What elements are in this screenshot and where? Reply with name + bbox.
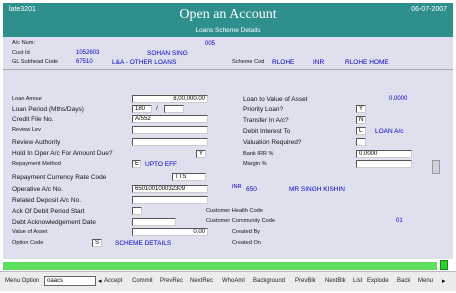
window-date: 06-07-2007 <box>411 6 447 13</box>
loan-period-separator: / <box>156 105 158 112</box>
customer-community-label: Customer Community Code <box>206 218 276 224</box>
prev-blk-button[interactable]: PrevBlk <box>295 278 316 284</box>
repayment-method-input[interactable]: E <box>132 160 141 168</box>
margin-label: Margin % <box>243 161 267 167</box>
who-am-i-button[interactable]: WhoAml <box>222 278 245 284</box>
valuation-required-input[interactable] <box>356 138 366 146</box>
explode-button[interactable]: Explode <box>367 278 389 284</box>
application-window: late3201 Open an Account 06-07-2007 Loan… <box>0 0 456 293</box>
value-of-asset-input[interactable]: 0.00 <box>132 228 208 236</box>
window-subtitle: Loans Scheme Details <box>195 27 261 34</box>
loan-to-value-label: Loan to Value of Asset <box>243 96 308 103</box>
ack-debit-period-label: Ack Of Debit Period Start <box>12 208 85 215</box>
review-level-input[interactable] <box>132 126 208 134</box>
bank-irr-label: Bank IRR % <box>243 151 274 157</box>
gl-subhead-desc: L&A - OTHER LOANS <box>112 59 177 66</box>
loan-amount-input[interactable]: 8,00,000.00 <box>132 95 208 103</box>
debt-ack-date-label: Debt Acknowledgement Date <box>12 219 96 226</box>
next-blk-button[interactable]: NextBlk <box>325 278 346 284</box>
loan-period-days-input[interactable] <box>164 105 184 113</box>
menu-button[interactable]: Menu <box>418 278 433 284</box>
list-button[interactable]: List <box>353 278 362 284</box>
operative-currency: INR <box>232 184 242 190</box>
operative-account-name: MR SINGH KISHIN <box>289 186 345 193</box>
acnum-code: 005 <box>205 41 216 47</box>
commit-button[interactable]: Commit <box>132 278 153 284</box>
debt-ack-date-input[interactable] <box>132 218 176 226</box>
scheme-desc: RLOHE HOME <box>345 59 389 66</box>
scroll-left-icon[interactable]: ◂ <box>98 277 102 285</box>
status-bar <box>3 262 437 270</box>
customer-health-label: Customer Health Code <box>206 208 263 214</box>
acnum-label: A/c Num: <box>12 40 36 46</box>
repayment-rate-code-input[interactable]: TTS <box>172 173 206 181</box>
vertical-scrollbar[interactable] <box>432 160 440 174</box>
debit-interest-desc: LOAN A/c <box>375 128 404 135</box>
credit-file-input[interactable]: A/552 <box>132 115 208 123</box>
related-deposit-input[interactable] <box>132 196 208 204</box>
transfer-in-input[interactable]: N <box>356 116 366 124</box>
margin-input[interactable] <box>356 160 412 168</box>
option-code-label: Option Code <box>12 240 44 246</box>
ack-debit-period-input[interactable] <box>132 207 142 215</box>
background-button[interactable]: Background <box>253 278 285 284</box>
debit-interest-input[interactable]: L <box>356 127 366 135</box>
menu-option-label: Menu Option <box>5 278 40 284</box>
customer-community-value: 01 <box>396 218 403 224</box>
loan-period-label: Loan Period (Mths/Days) <box>12 106 84 113</box>
review-authority-label: Review Authority <box>12 139 61 146</box>
operative-account-input[interactable]: 650100100032309 <box>132 185 208 193</box>
back-button[interactable]: Back <box>397 278 410 284</box>
window-title: Open an Account <box>179 7 277 22</box>
loan-to-value-value: 0.0000 <box>389 96 408 102</box>
scheme-code-value[interactable]: RLOHE <box>272 59 294 66</box>
created-on-label: Created On <box>232 240 261 246</box>
priority-loan-input[interactable]: Y <box>356 105 366 113</box>
menu-option-input[interactable]: oaacs <box>44 276 96 286</box>
scheme-code-label: Scheme Cod <box>232 59 265 65</box>
transfer-in-label: Transfer In A/c? <box>243 117 289 124</box>
operative-sol: 650 <box>246 186 257 193</box>
scheme-currency: INR <box>313 59 325 66</box>
debit-interest-label: Debit Interest To <box>243 128 291 135</box>
function-toolbar: Menu Option oaacs ◂ Accept Commit PrevRe… <box>0 271 456 291</box>
customer-name: SOHAN SING <box>147 50 188 57</box>
status-indicator <box>440 260 448 270</box>
repayment-method-label: Repayment Method <box>12 161 61 167</box>
title-bar: late3201 Open an Account 06-07-2007 Loan… <box>3 3 453 37</box>
created-by-label: Created By <box>232 229 260 235</box>
hold-amount-due-input[interactable]: Y <box>196 150 206 158</box>
option-code-input[interactable]: S <box>92 239 102 247</box>
review-authority-input[interactable] <box>132 138 208 146</box>
next-rec-button[interactable]: NextRec <box>190 278 213 284</box>
loan-period-months-input[interactable]: 180 <box>132 105 152 113</box>
loan-amount-label: Loan Amour <box>12 96 43 102</box>
value-of-asset-label: Value of Asset <box>12 229 48 235</box>
hold-amount-due-label: Hold In Oper A/c For Amount Due? <box>12 150 113 157</box>
repayment-method-desc: UPTO EFF <box>145 161 178 168</box>
custid-value[interactable]: 1052603 <box>76 50 99 56</box>
bank-irr-input[interactable]: 0.0000 <box>356 150 412 158</box>
header-divider <box>3 69 453 70</box>
operative-account-label: Operative A/c No. <box>12 186 63 193</box>
credit-file-label: Credit File No. <box>12 116 54 123</box>
gl-subhead-label: GL Subhead Code <box>12 59 59 65</box>
related-deposit-label: Related Deposit A/c No. <box>12 197 82 204</box>
gl-subhead-value[interactable]: 67510 <box>76 59 93 65</box>
custid-label: Cust Id <box>12 50 30 56</box>
prev-rec-button[interactable]: PrevRec <box>160 278 183 284</box>
valuation-required-label: Valuation Required? <box>243 139 302 146</box>
scroll-right-icon[interactable]: ▸ <box>442 277 446 285</box>
option-code-desc: SCHEME DETAILS <box>115 240 172 247</box>
review-level-label: Review Lev <box>12 127 41 133</box>
accept-button[interactable]: Accept <box>104 278 122 284</box>
repayment-rate-code-label: Repayment Currency Rate Code <box>12 174 107 181</box>
priority-loan-label: Priority Loan? <box>243 106 284 113</box>
